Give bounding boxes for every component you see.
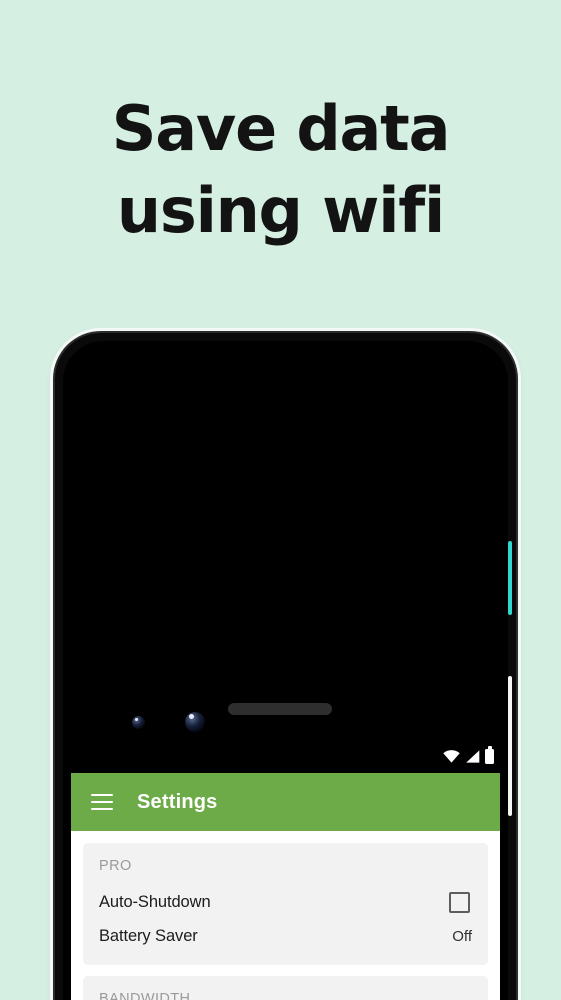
power-button[interactable] [508,541,512,615]
section-header: BANDWIDTH [99,991,191,1000]
app-bar: Settings [71,773,500,831]
auto-shutdown-checkbox[interactable] [449,891,470,913]
front-camera-secondary-highlight [135,718,138,721]
volume-button[interactable] [508,676,512,816]
battery-icon [485,746,494,764]
settings-list: PRO Auto-Shutdown Battery Saver Off BAND… [71,831,500,1000]
setting-label: Battery Saver [99,926,198,945]
section-header: PRO [99,858,132,874]
setting-row-battery-saver[interactable]: Battery Saver Off [99,919,472,953]
setting-row-auto-shutdown[interactable]: Auto-Shutdown [99,885,472,919]
front-camera-primary-icon [185,712,205,732]
settings-section-pro: PRO Auto-Shutdown Battery Saver Off [83,843,488,965]
wifi-icon [443,749,460,763]
app-screen: Settings PRO Auto-Shutdown Battery Saver… [71,773,500,1000]
headline-line-2: using wifi [116,174,445,247]
page-title: Settings [137,790,218,813]
front-camera-secondary-icon [132,716,145,729]
status-bar [63,739,508,773]
battery-saver-value: Off [452,927,472,945]
promo-headline: Save data using wifi [0,88,561,252]
phone-bezel: Settings PRO Auto-Shutdown Battery Saver… [63,341,508,1000]
phone-mockup: Settings PRO Auto-Shutdown Battery Saver… [55,333,516,1000]
setting-label: Auto-Shutdown [99,892,211,911]
hamburger-menu-icon[interactable] [91,794,113,810]
front-camera-primary-highlight [189,714,194,719]
earpiece-speaker [228,703,332,715]
settings-section-bandwidth: BANDWIDTH Wifi Networks Only Download Li… [83,976,488,1000]
headline-line-1: Save data [111,92,451,165]
signal-icon [466,749,480,763]
